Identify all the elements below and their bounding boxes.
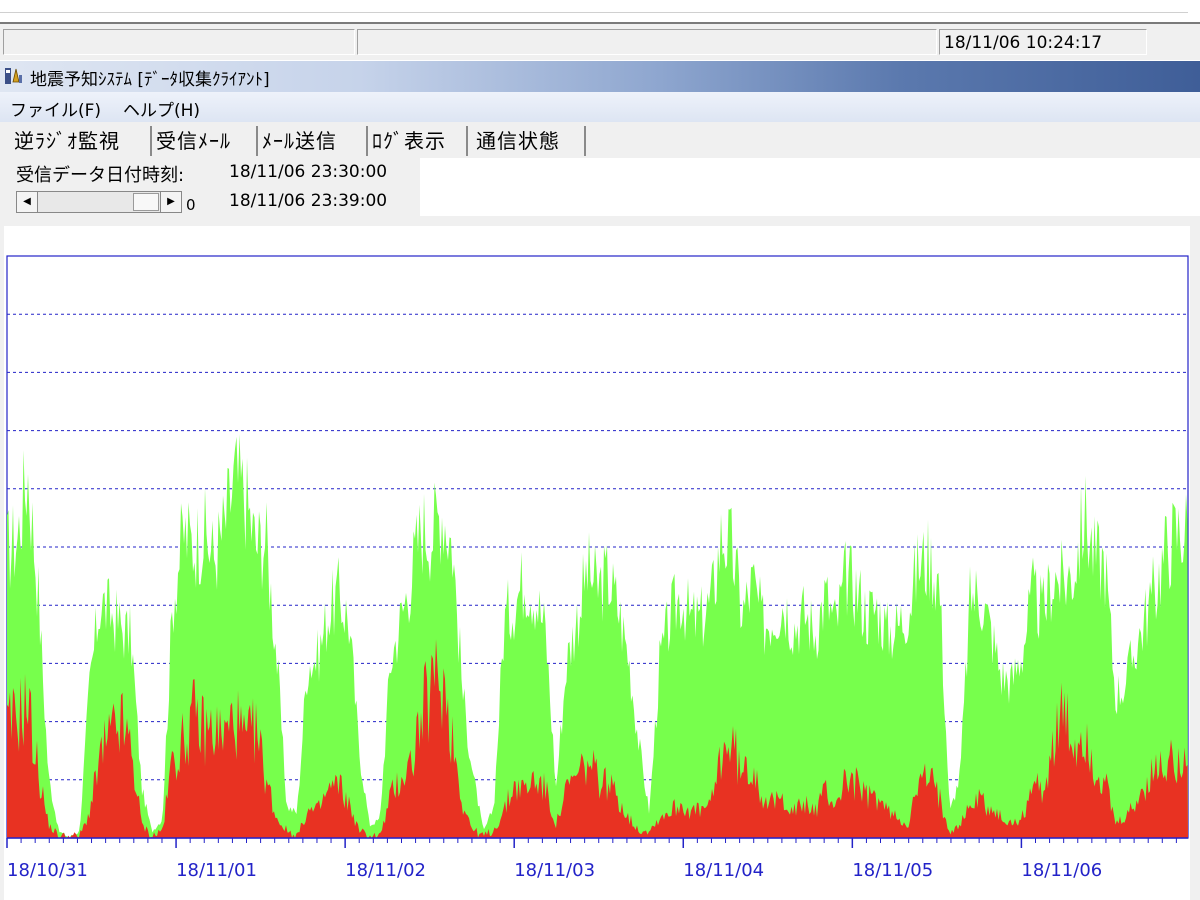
received-time-1: 18/11/06 23:30:00 [229, 162, 388, 182]
x-tick-label-2: 18/11/02 [345, 860, 426, 881]
status-cell-2 [357, 29, 937, 55]
x-tick-label-5: 18/11/05 [852, 860, 933, 881]
x-tick-label-0: 18/10/31 [7, 860, 88, 881]
status-bar: 18/11/06 10:24:17 [0, 24, 1200, 60]
tab-connection-status[interactable]: 通信状態 [472, 126, 586, 156]
x-tick-label-1: 18/11/01 [176, 860, 257, 881]
scroll-left-arrow-icon[interactable]: ◀ [17, 192, 38, 212]
received-time-2: 18/11/06 23:39:00 [229, 191, 388, 211]
top-panel-inner [0, 0, 1188, 13]
window-titlebar[interactable]: 地震予知ｼｽﾃﾑ [ﾃﾞｰﾀ収集ｸﾗｲｱﾝﾄ] [0, 61, 1200, 92]
tab-reverse-radio-monitor[interactable]: 逆ﾗｼﾞｵ監視 [10, 126, 152, 156]
x-axis-labels: 18/10/31 18/11/01 18/11/02 18/11/03 18/11/04… [7, 860, 1102, 881]
background-window-ghost [620, 69, 631, 82]
tab-bar: 逆ﾗｼﾞｵ監視 受信ﾒｰﾙ ﾒｰﾙ送信 ﾛｸﾞ表示 通信状態 [0, 122, 1200, 158]
scroll-thumb[interactable] [133, 193, 159, 211]
status-cell-1 [3, 29, 355, 55]
menu-bar: ファイル(F) ヘルプ(H) [0, 92, 1200, 123]
menu-file[interactable]: ファイル(F) [10, 96, 101, 121]
activity-chart: 18/10/31 18/11/01 18/11/02 18/11/03 18/11/04… [6, 255, 1189, 881]
tab-log-view[interactable]: ﾛｸﾞ表示 [368, 126, 468, 156]
top-panel [0, 0, 1200, 24]
info-panel: 受信データ日付時刻: 18/11/06 23:30:00 18/11/06 23… [0, 158, 420, 216]
status-datetime: 18/11/06 10:24:17 [939, 29, 1147, 55]
window-title: 地震予知ｼｽﾃﾑ [ﾃﾞｰﾀ収集ｸﾗｲｱﾝﾄ] [30, 70, 270, 90]
info-panel-blank [420, 158, 1200, 216]
app-icon [5, 68, 22, 84]
x-tick-label-6: 18/11/06 [1021, 860, 1102, 881]
scroll-value: 0 [186, 196, 196, 214]
tab-received-mail[interactable]: 受信ﾒｰﾙ [152, 126, 258, 156]
x-tick-label-3: 18/11/03 [514, 860, 595, 881]
x-tick-label-4: 18/11/04 [683, 860, 764, 881]
time-scrollbar[interactable]: ◀ ▶ [16, 191, 182, 213]
x-axis-ticks [6, 838, 1177, 848]
menu-help[interactable]: ヘルプ(H) [123, 96, 200, 121]
scroll-right-arrow-icon[interactable]: ▶ [160, 192, 181, 212]
received-datetime-label: 受信データ日付時刻: [16, 165, 185, 186]
tab-send-mail[interactable]: ﾒｰﾙ送信 [258, 126, 368, 156]
